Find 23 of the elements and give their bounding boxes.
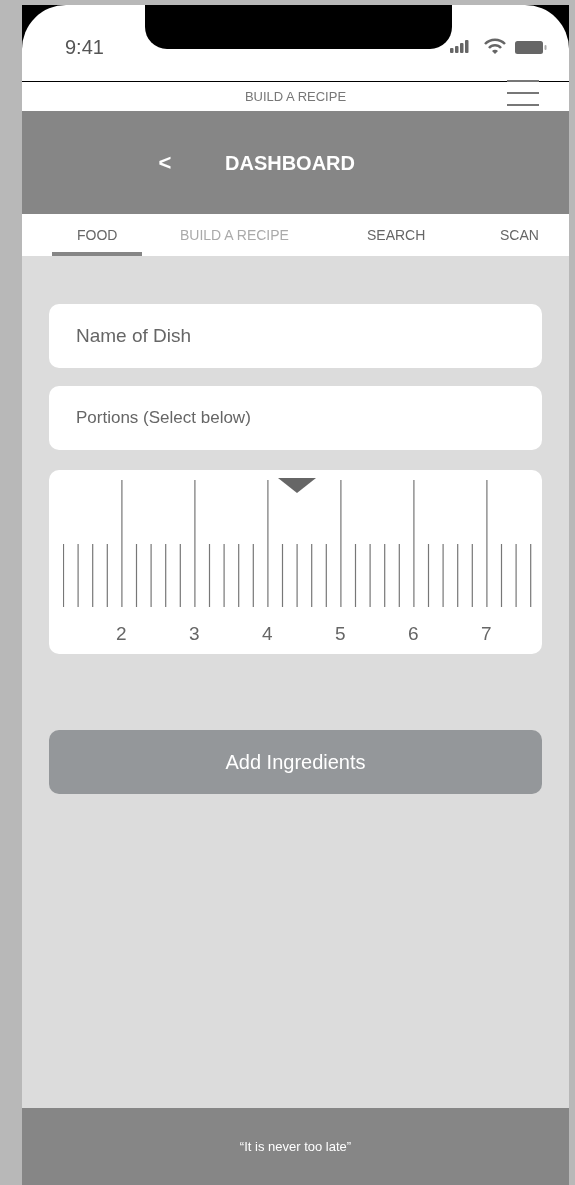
- status-time: 9:41: [65, 35, 104, 60]
- portion-ruler[interactable]: 2 3 4 5 6 7: [49, 470, 542, 654]
- add-ingredients-button[interactable]: Add Ingredients: [49, 730, 542, 794]
- ruler-label: 5: [334, 622, 347, 646]
- portions-field[interactable]: Portions (Select below): [49, 386, 542, 450]
- dish-name-field[interactable]: Name of Dish: [49, 304, 542, 368]
- ruler-label: 2: [115, 622, 128, 646]
- ruler-label: 4: [261, 622, 274, 646]
- wifi-icon: [484, 38, 506, 54]
- back-button[interactable]: <: [155, 146, 175, 179]
- ruler-label: 3: [188, 622, 201, 646]
- slider-pointer[interactable]: [278, 478, 316, 493]
- tab[interactable]: SEARCH: [367, 214, 426, 256]
- app-title: BUILD A RECIPE: [244, 87, 347, 106]
- signal-icon: [450, 40, 470, 53]
- menu-icon[interactable]: [507, 80, 539, 106]
- footer-quote: “It is never too late”: [239, 1137, 352, 1156]
- header-title: DASHBOARD: [225, 150, 355, 176]
- ruler-label: 6: [407, 622, 420, 646]
- tab[interactable]: SCAN: [500, 214, 539, 256]
- ruler-label: 7: [480, 622, 493, 646]
- tab[interactable]: FOOD: [52, 214, 143, 256]
- battery-icon: [515, 41, 547, 54]
